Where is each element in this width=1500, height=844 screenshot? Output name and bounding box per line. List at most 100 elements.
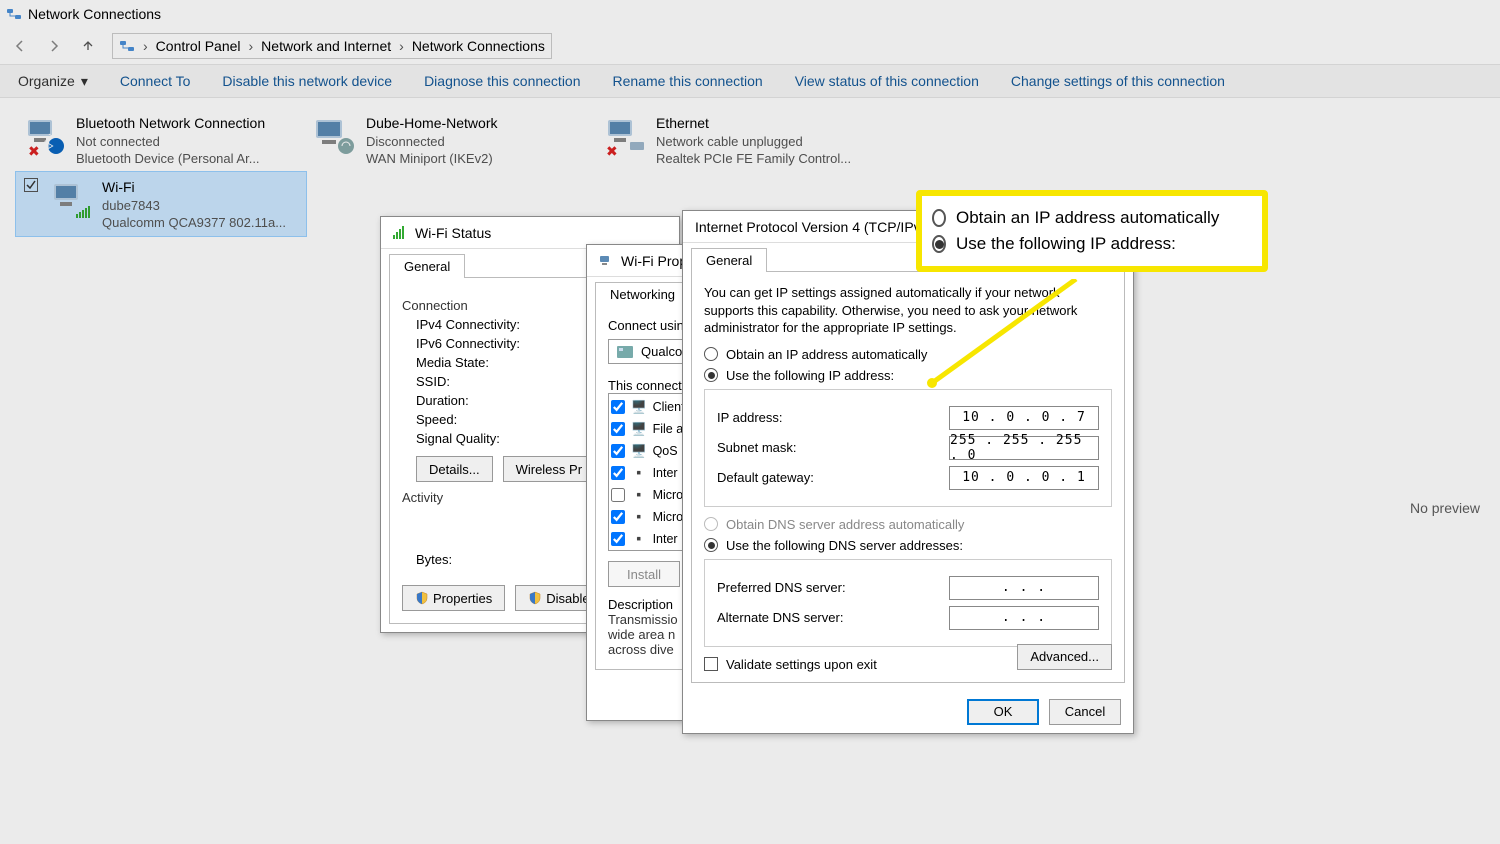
- tab-general[interactable]: General: [691, 248, 767, 272]
- connection-adapter: Qualcomm QCA9377 802.11a...: [102, 214, 286, 232]
- item-label: Micro: [653, 510, 684, 524]
- connection-status: Not connected: [76, 133, 265, 151]
- details-button[interactable]: Details...: [416, 456, 493, 482]
- organize-label: Organize: [18, 73, 75, 89]
- wifi-adapter-icon: [48, 178, 92, 222]
- tab-networking[interactable]: Networking: [595, 282, 690, 306]
- connection-name: Dube-Home-Network: [366, 114, 497, 133]
- wifi-signal-icon: [393, 226, 407, 240]
- connection-item-wifi[interactable]: Wi-Fi dube7843 Qualcomm QCA9377 802.11a.…: [16, 172, 306, 236]
- cmd-change-settings[interactable]: Change settings of this connection: [1011, 73, 1225, 89]
- bluetooth-adapter-icon: ✖: [22, 114, 66, 158]
- item-label: QoS: [653, 444, 678, 458]
- preview-hint: No preview: [1410, 500, 1480, 516]
- forward-button[interactable]: [44, 36, 64, 56]
- network-connections-icon: [6, 6, 22, 22]
- connection-name: Bluetooth Network Connection: [76, 114, 265, 133]
- subnet-mask-label: Subnet mask:: [717, 440, 797, 455]
- properties-label: Properties: [433, 591, 492, 606]
- chevron-right-icon: ›: [143, 38, 148, 54]
- item-checkbox[interactable]: [611, 422, 625, 436]
- svg-text:✖: ✖: [606, 143, 618, 158]
- alternate-dns-input[interactable]: . . .: [949, 606, 1099, 630]
- up-button[interactable]: [78, 36, 98, 56]
- bytes-label: Bytes:: [416, 552, 452, 567]
- item-checkbox[interactable]: [611, 444, 625, 458]
- radio-use-dns[interactable]: Use the following DNS server addresses:: [704, 538, 1112, 553]
- radio-use-ip[interactable]: Use the following IP address:: [704, 368, 1112, 383]
- item-checkbox[interactable]: [611, 510, 625, 524]
- ip-fieldset: IP address:10 . 0 . 0 . 7 Subnet mask:25…: [704, 389, 1112, 507]
- connection-adapter: Realtek PCIe FE Family Control...: [656, 150, 851, 168]
- connection-name: Ethernet: [656, 114, 851, 133]
- cmd-diagnose[interactable]: Diagnose this connection: [424, 73, 580, 89]
- item-label: File a: [653, 422, 684, 436]
- preferred-dns-input[interactable]: . . .: [949, 576, 1099, 600]
- protocol-icon: ▪️: [631, 466, 647, 481]
- addressbar: › Control Panel › Network and Internet ›…: [0, 28, 1500, 64]
- validate-label: Validate settings upon exit: [726, 657, 877, 672]
- cancel-button[interactable]: Cancel: [1049, 699, 1121, 725]
- subnet-mask-input[interactable]: 255 . 255 . 255 . 0: [949, 436, 1099, 460]
- tab-general[interactable]: General: [389, 254, 465, 278]
- label-duration: Duration:: [416, 393, 469, 408]
- properties-button[interactable]: Properties: [402, 585, 505, 611]
- back-button[interactable]: [10, 36, 30, 56]
- radio-icon: [704, 347, 718, 361]
- protocol-icon: 🖥️: [631, 422, 647, 437]
- radio-icon: [704, 517, 718, 531]
- install-button[interactable]: Install: [608, 561, 680, 587]
- selection-checkbox[interactable]: [24, 178, 38, 192]
- organize-menu[interactable]: Organize ▾: [18, 73, 88, 90]
- vpn-adapter-icon: [312, 114, 356, 158]
- default-gateway-input[interactable]: 10 . 0 . 0 . 1: [949, 466, 1099, 490]
- wireless-properties-button[interactable]: Wireless Pr: [503, 456, 595, 482]
- protocol-icon: 🖥️: [631, 400, 647, 415]
- cmd-disable[interactable]: Disable this network device: [222, 73, 392, 89]
- radio-label: Use the following IP address:: [726, 368, 894, 383]
- connection-adapter: WAN Miniport (IKEv2): [366, 150, 497, 168]
- protocol-icon: ▪️: [631, 532, 647, 547]
- dialog-title: Wi-Fi Status: [415, 225, 491, 241]
- connection-status: Network cable unplugged: [656, 133, 851, 151]
- item-label: Client: [653, 400, 685, 414]
- item-checkbox[interactable]: [611, 400, 625, 414]
- item-label: Inter: [653, 466, 678, 480]
- command-bar: Organize ▾ Connect To Disable this netwo…: [0, 64, 1500, 98]
- shield-icon: [528, 591, 542, 605]
- item-checkbox[interactable]: [611, 488, 625, 502]
- connection-item[interactable]: ✖ Bluetooth Network Connection Not conne…: [14, 108, 304, 172]
- crumb-network-internet[interactable]: Network and Internet: [261, 38, 391, 54]
- item-checkbox[interactable]: [611, 466, 625, 480]
- crumb-network-connections[interactable]: Network Connections: [412, 38, 545, 54]
- titlebar: Network Connections: [0, 0, 1500, 28]
- connection-item[interactable]: ✖ Ethernet Network cable unplugged Realt…: [594, 108, 884, 172]
- callout-highlight: Obtain an IP address automatically Use t…: [916, 190, 1268, 272]
- ip-address-input[interactable]: 10 . 0 . 0 . 7: [949, 406, 1099, 430]
- disable-label: Disable: [546, 591, 589, 606]
- label-ipv6: IPv6 Connectivity:: [416, 336, 520, 351]
- chevron-right-icon: ›: [399, 38, 404, 54]
- cmd-connect-to[interactable]: Connect To: [120, 73, 191, 89]
- cmd-rename[interactable]: Rename this connection: [613, 73, 763, 89]
- connection-adapter: Bluetooth Device (Personal Ar...: [76, 150, 265, 168]
- item-checkbox[interactable]: [611, 532, 625, 546]
- advanced-button[interactable]: Advanced...: [1017, 644, 1112, 670]
- ethernet-adapter-icon: ✖: [602, 114, 646, 158]
- crumb-control-panel[interactable]: Control Panel: [156, 38, 241, 54]
- radio-obtain-ip-auto[interactable]: Obtain an IP address automatically: [704, 347, 1112, 362]
- cmd-view-status[interactable]: View status of this connection: [795, 73, 979, 89]
- breadcrumb[interactable]: › Control Panel › Network and Internet ›…: [112, 33, 552, 59]
- protocol-icon: ▪️: [631, 510, 647, 525]
- label-media: Media State:: [416, 355, 489, 370]
- connection-status: Disconnected: [366, 133, 497, 151]
- radio-obtain-dns-auto: Obtain DNS server address automatically: [704, 517, 1112, 532]
- connection-item[interactable]: Dube-Home-Network Disconnected WAN Minip…: [304, 108, 594, 172]
- ok-button[interactable]: OK: [967, 699, 1039, 725]
- label-signal: Signal Quality:: [416, 431, 500, 446]
- radio-label: Use the following DNS server addresses:: [726, 538, 963, 553]
- dns-fieldset: Preferred DNS server:. . . Alternate DNS…: [704, 559, 1112, 647]
- connection-status: dube7843: [102, 197, 286, 215]
- radio-icon: [704, 368, 718, 382]
- wifi-adapter-icon: [599, 254, 613, 268]
